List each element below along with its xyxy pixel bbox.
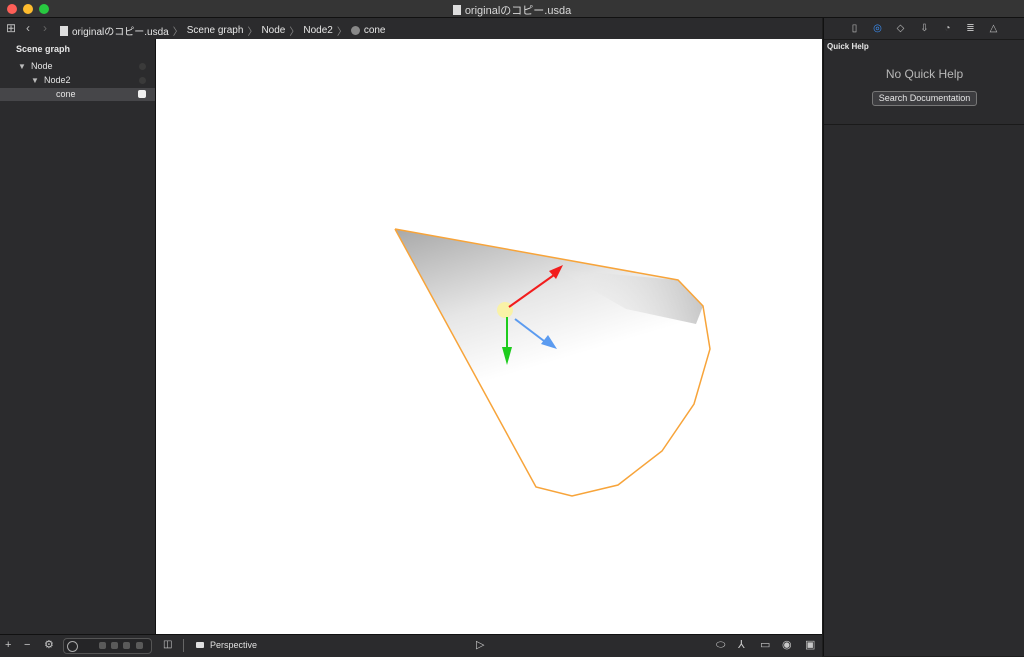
breadcrumb: originalのコピー.usda 〉 Scene graph 〉 Node 〉…: [60, 23, 386, 38]
jump-bar: ⊞ ‹ › originalのコピー.usda 〉 Scene graph 〉 …: [0, 18, 822, 40]
cube-inspector-icon[interactable]: ◇: [895, 23, 906, 34]
grid-icon[interactable]: ⊞: [6, 22, 16, 34]
camera-icon: [196, 642, 204, 648]
camera-selector[interactable]: Perspective: [210, 640, 257, 650]
title-bar: originalのコピー.usda: [0, 0, 1024, 18]
gear-icon[interactable]: ⚙: [44, 639, 54, 651]
physics-inspector-icon[interactable]: △: [988, 23, 999, 34]
eye-icon[interactable]: ◉: [782, 639, 792, 651]
breadcrumb-separator-icon: 〉: [336, 27, 347, 38]
visibility-dot-icon[interactable]: [139, 63, 146, 70]
scene-preview-icon[interactable]: ▣: [805, 639, 815, 651]
scene-viewport[interactable]: [156, 39, 822, 634]
filter-icon[interactable]: [67, 641, 78, 652]
remove-node-button[interactable]: −: [24, 639, 30, 651]
tree-item-node[interactable]: ▼ Node: [0, 60, 155, 73]
orbit-icon[interactable]: ⬭: [716, 639, 725, 651]
breadcrumb-cone[interactable]: cone: [364, 25, 386, 36]
align-inspector-icon[interactable]: ≣: [965, 23, 976, 34]
play-icon[interactable]: ▷: [476, 639, 484, 651]
breadcrumb-node[interactable]: Node: [261, 25, 285, 36]
filter-field[interactable]: [63, 638, 152, 654]
disclosure-triangle-icon[interactable]: ▼: [18, 62, 26, 71]
breadcrumb-separator-icon: 〉: [172, 27, 183, 38]
breadcrumb-node2[interactable]: Node2: [303, 25, 332, 36]
breadcrumb-separator-icon: 〉: [247, 27, 258, 38]
breadcrumb-scene-graph[interactable]: Scene graph: [187, 25, 244, 36]
pivot-handle[interactable]: [497, 302, 513, 318]
sidebar-title: Scene graph: [16, 44, 71, 54]
window-title-wrap: originalのコピー.usda: [0, 2, 1024, 18]
axis-icon[interactable]: ⅄: [738, 639, 745, 651]
tree-item-label: Node2: [44, 75, 71, 85]
visibility-dot-icon[interactable]: [139, 77, 146, 84]
tree-item-label: cone: [56, 89, 76, 99]
tree-item-label: Node: [31, 61, 53, 71]
sidebar-toggle-icon[interactable]: ◫: [163, 639, 172, 651]
geometry-filter-icon[interactable]: [123, 642, 130, 649]
viewport-canvas[interactable]: [156, 39, 822, 634]
camera-filter-icon[interactable]: [111, 642, 118, 649]
anchor-inspector-icon[interactable]: ⇩: [919, 23, 930, 34]
inspector-panel: ▯ ◎ ◇ ⇩ ◔ ≣ △ Quick Help No Quick Help S…: [823, 18, 1024, 656]
cone-mesh[interactable]: [395, 229, 710, 496]
material-inspector-icon[interactable]: ◔: [942, 23, 953, 34]
window-title: originalのコピー.usda: [464, 5, 572, 17]
search-documentation-button[interactable]: Search Documentation: [872, 91, 977, 106]
add-node-button[interactable]: +: [5, 639, 11, 651]
inspector-tab-bar: ▯ ◎ ◇ ⇩ ◔ ≣ △: [824, 18, 1024, 40]
tree-item-cone[interactable]: cone: [0, 88, 155, 101]
light-filter-icon[interactable]: [99, 642, 106, 649]
geometry-icon: [350, 26, 360, 35]
forward-chevron-icon[interactable]: ›: [43, 22, 47, 34]
frame-icon[interactable]: ▭: [760, 639, 770, 651]
particle-filter-icon[interactable]: [136, 642, 143, 649]
cube-icon: [138, 90, 146, 98]
file-icon: [60, 25, 68, 36]
document-icon: [452, 5, 461, 15]
divider: [183, 639, 184, 652]
tree-item-node2[interactable]: ▼ Node2: [0, 74, 155, 87]
bottom-toolbar: + − ⚙ ◫ Perspective ▷ ⬭ ⅄ ▭ ◉ ▣: [0, 634, 822, 657]
breadcrumb-separator-icon: 〉: [289, 27, 300, 38]
scene-graph-sidebar: Scene graph ▼ Node ▼ Node2 cone: [0, 39, 156, 634]
breadcrumb-file[interactable]: originalのコピー.usda: [72, 23, 169, 38]
back-chevron-icon[interactable]: ‹: [26, 22, 30, 34]
no-quick-help-text: No Quick Help: [885, 67, 964, 81]
divider: [824, 124, 1024, 125]
quick-help-icon[interactable]: ◎: [872, 23, 883, 34]
disclosure-triangle-icon[interactable]: ▼: [31, 76, 39, 85]
file-inspector-icon[interactable]: ▯: [849, 23, 860, 34]
quick-help-title: Quick Help: [827, 42, 869, 51]
